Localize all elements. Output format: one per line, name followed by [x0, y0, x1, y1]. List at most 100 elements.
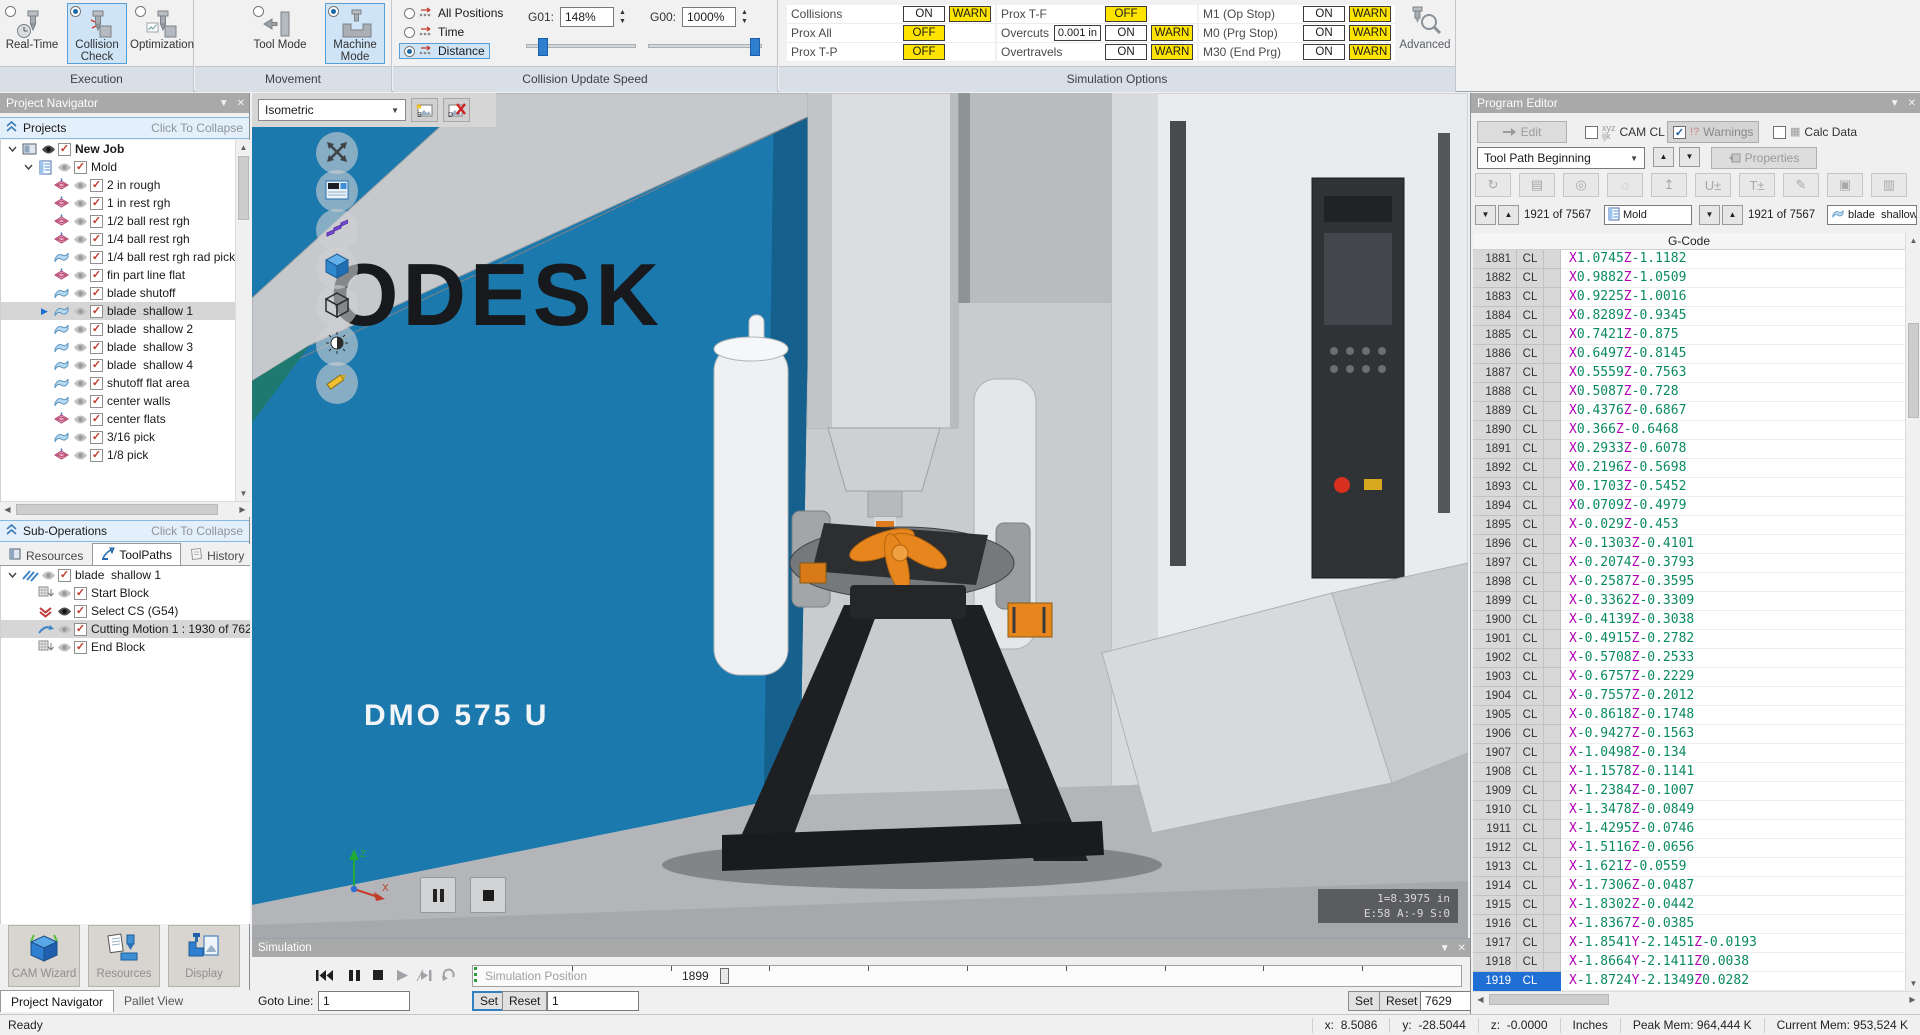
toolpath-next-button[interactable]: ▲: [1722, 205, 1743, 225]
gcode-row[interactable]: 1899 CL X-0.3362Z-0.3309: [1473, 592, 1905, 611]
loop-button[interactable]: [436, 965, 460, 985]
panel-close-icon[interactable]: ✕: [1458, 943, 1466, 954]
delete-view-image-button[interactable]: D: [443, 98, 470, 122]
toggle-on-badge[interactable]: ON: [1303, 25, 1345, 41]
g01-spinner[interactable]: ▲▼: [616, 7, 629, 27]
measure-button[interactable]: [316, 362, 358, 404]
range-end-input[interactable]: 7629: [1420, 991, 1472, 1011]
tree-item[interactable]: ✓ blade shutoff: [1, 284, 235, 302]
panel-collapse-icon[interactable]: ▼: [1440, 943, 1450, 954]
tree-item[interactable]: ✓ New Job: [1, 140, 235, 158]
g01-value[interactable]: 148%: [560, 7, 614, 27]
tree-item[interactable]: ✓ 1 in rest rgh: [1, 194, 235, 212]
enabled-checkbox[interactable]: ✓: [74, 161, 87, 174]
enabled-checkbox[interactable]: ✓: [58, 143, 71, 156]
ribbon-item-optimization[interactable]: Optimization: [132, 3, 192, 64]
tree-item[interactable]: ✓ 1/2 ball rest rgh: [1, 212, 235, 230]
tree-item[interactable]: ▶ ✓ blade shallow 1: [1, 302, 235, 320]
gcode-row[interactable]: 1909 CL X-1.2384Z-0.1007: [1473, 782, 1905, 801]
slider-thumb[interactable]: [720, 968, 729, 984]
gcode-row[interactable]: 1906 CL X-0.9427Z-0.1563: [1473, 725, 1905, 744]
cam-cl-checkbox[interactable]: xyzijk CAM CL: [1585, 121, 1665, 143]
display-button[interactable]: Display: [168, 925, 240, 987]
toggle-off-badge[interactable]: OFF: [903, 25, 945, 41]
enabled-checkbox[interactable]: ✓: [90, 341, 103, 354]
gcode-row[interactable]: 1911 CL X-1.4295Z-0.0746: [1473, 820, 1905, 839]
gcode-row[interactable]: 1892 CL X0.2196Z-0.5698: [1473, 459, 1905, 478]
visibility-eye-icon[interactable]: [71, 396, 90, 407]
enabled-checkbox[interactable]: ✓: [90, 269, 103, 282]
gcode-row[interactable]: 1890 CL X0.366Z-0.6468: [1473, 421, 1905, 440]
enabled-checkbox[interactable]: ✓: [90, 179, 103, 192]
visibility-eye-icon[interactable]: [71, 270, 90, 281]
enabled-checkbox[interactable]: ✓: [90, 431, 103, 444]
visibility-eye-icon[interactable]: [71, 234, 90, 245]
range-end-set-button[interactable]: Set: [1348, 991, 1380, 1011]
toggle-on-badge[interactable]: ON: [1303, 6, 1345, 22]
g00-slider[interactable]: [648, 44, 762, 48]
visibility-eye-icon[interactable]: [55, 588, 74, 599]
radio-button[interactable]: [135, 6, 146, 17]
move-up-button[interactable]: ▲: [1653, 147, 1674, 167]
tree-item[interactable]: ✓ Start Block: [1, 584, 250, 602]
tree-item[interactable]: ✓ center flats: [1, 410, 235, 428]
cus-radio-all-positions[interactable]: All Positions: [399, 5, 508, 21]
radio-button[interactable]: [253, 6, 264, 17]
gcode-row[interactable]: 1912 CL X-1.5116Z-0.0656: [1473, 839, 1905, 858]
gcode-row[interactable]: 1910 CL X-1.3478Z-0.0849: [1473, 801, 1905, 820]
contrast-button[interactable]: [316, 324, 358, 366]
play-button[interactable]: [390, 965, 414, 985]
toggle-on-badge[interactable]: ON: [903, 6, 945, 22]
tree-item[interactable]: ✓ blade shallow 2: [1, 320, 235, 338]
enabled-checkbox[interactable]: ✓: [74, 641, 87, 654]
fit-view-button[interactable]: [316, 132, 358, 174]
range-start-input[interactable]: 1: [547, 991, 639, 1011]
visibility-eye-icon[interactable]: [71, 360, 90, 371]
panel-close-icon[interactable]: ✕: [1908, 98, 1916, 109]
simulation-position-slider[interactable]: Simulation Position 1899: [472, 965, 1462, 987]
panel-close-icon[interactable]: ✕: [237, 98, 245, 109]
visibility-eye-icon[interactable]: [71, 180, 90, 191]
visibility-eye-icon[interactable]: [71, 288, 90, 299]
gcode-row[interactable]: 1914 CL X-1.7306Z-0.0487: [1473, 877, 1905, 896]
gcode-row[interactable]: 1908 CL X-1.1578Z-0.1141: [1473, 763, 1905, 782]
panel-collapse-icon[interactable]: ▼: [219, 98, 229, 109]
projects-horizontal-scrollbar[interactable]: ◀▶: [0, 501, 250, 517]
tree-item[interactable]: ✓ center walls: [1, 392, 235, 410]
radio-button[interactable]: [70, 6, 81, 17]
g01-slider[interactable]: [526, 44, 636, 48]
gcode-row[interactable]: 1884 CL X0.8289Z-0.9345: [1473, 307, 1905, 326]
gcode-row[interactable]: 1894 CL X0.0709Z-0.4979: [1473, 497, 1905, 516]
stats-icon[interactable]: ▥: [1871, 173, 1907, 197]
bottom-tab-pallet-view[interactable]: Pallet View: [114, 990, 193, 1012]
u-adjust-icon[interactable]: U±: [1695, 173, 1731, 197]
wireframe-view-button[interactable]: [316, 285, 358, 327]
toggle-off-badge[interactable]: OFF: [1105, 6, 1147, 22]
gcode-row[interactable]: 1883 CL X0.9225Z-1.0016: [1473, 288, 1905, 307]
toolpath-prev-button[interactable]: ▼: [1699, 205, 1720, 225]
gcode-row[interactable]: 1882 CL X0.9882Z-1.0509: [1473, 269, 1905, 288]
cus-radio-distance[interactable]: Distance: [399, 43, 490, 59]
enabled-checkbox[interactable]: ✓: [90, 305, 103, 318]
tree-item[interactable]: ✓ Cutting Motion 1 : 1930 of 7627: [1, 620, 250, 638]
visibility-eye-icon[interactable]: [71, 414, 90, 425]
enabled-checkbox[interactable]: ✓: [90, 377, 103, 390]
enabled-checkbox[interactable]: ✓: [90, 197, 103, 210]
gcode-row[interactable]: 1893 CL X0.1703Z-0.5452: [1473, 478, 1905, 497]
resources-button[interactable]: Resources: [88, 925, 160, 987]
toggle-on-badge[interactable]: ON: [1303, 44, 1345, 60]
enabled-checkbox[interactable]: ✓: [90, 395, 103, 408]
visibility-eye-icon[interactable]: [55, 624, 74, 635]
toggle-warn-badge[interactable]: WARN: [949, 6, 991, 22]
toggle-on-badge[interactable]: ON: [1105, 25, 1147, 41]
visibility-eye-icon[interactable]: [71, 324, 90, 335]
range-end-reset-button[interactable]: Reset: [1379, 991, 1424, 1011]
enabled-checkbox[interactable]: ✓: [90, 233, 103, 246]
gcode-row[interactable]: 1903 CL X-0.6757Z-0.2229: [1473, 668, 1905, 687]
tree-item[interactable]: ✓ fin part line flat: [1, 266, 235, 284]
viewport-stop-button[interactable]: [470, 877, 506, 913]
stop-button[interactable]: [366, 965, 390, 985]
range-start-set-button[interactable]: Set: [472, 991, 506, 1011]
tab-history[interactable]: History: [181, 545, 253, 565]
toggle-warn-badge[interactable]: WARN: [1151, 44, 1193, 60]
